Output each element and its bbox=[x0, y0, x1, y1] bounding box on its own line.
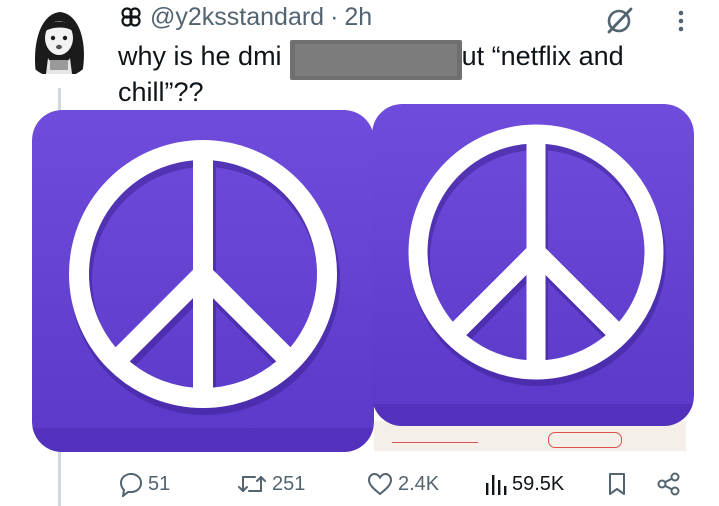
share-button[interactable] bbox=[656, 468, 682, 500]
repost-button[interactable]: 251 bbox=[236, 468, 305, 500]
peace-sign-icon bbox=[32, 110, 374, 452]
reply-button[interactable]: 51 bbox=[118, 468, 170, 500]
repost-icon bbox=[238, 476, 266, 492]
like-icon bbox=[367, 472, 393, 496]
views-button[interactable]: 59.5K bbox=[484, 468, 564, 500]
repost-count: 251 bbox=[272, 472, 306, 495]
like-count: 2.4K bbox=[398, 472, 440, 495]
header-separator: · bbox=[330, 2, 339, 31]
bookmark-icon bbox=[609, 473, 625, 495]
share-icon bbox=[657, 472, 680, 496]
redaction-box bbox=[290, 40, 462, 80]
avatar[interactable] bbox=[22, 4, 96, 78]
media-backdrop-stamp-left bbox=[392, 432, 478, 443]
reply-icon bbox=[119, 472, 143, 497]
grok-icon[interactable] bbox=[604, 6, 634, 36]
peace-sign-icon bbox=[372, 104, 694, 426]
user-handle[interactable]: @y2ksstandard bbox=[150, 3, 324, 32]
image-1[interactable] bbox=[32, 110, 374, 452]
media-backdrop-stamp bbox=[548, 432, 622, 448]
tweet-time[interactable]: 2h bbox=[344, 3, 372, 32]
badge-icon bbox=[118, 4, 144, 30]
tweet-media[interactable] bbox=[0, 96, 719, 466]
tweet-header: @y2ksstandard · 2h bbox=[118, 2, 372, 32]
action-bar: 51 251 2.4K 59.5K bbox=[0, 466, 719, 502]
bookmark-button[interactable] bbox=[606, 468, 628, 500]
avatar-image bbox=[22, 4, 96, 78]
image-2[interactable] bbox=[372, 104, 694, 426]
tweet-text-start: why is he dmi bbox=[118, 41, 282, 71]
more-icon[interactable] bbox=[674, 6, 688, 36]
reply-count: 51 bbox=[148, 472, 171, 495]
views-count: 59.5K bbox=[512, 472, 565, 495]
tweet-text-end: ut “netflix and bbox=[461, 41, 624, 71]
like-button[interactable]: 2.4K bbox=[366, 468, 439, 500]
views-icon bbox=[486, 475, 507, 495]
